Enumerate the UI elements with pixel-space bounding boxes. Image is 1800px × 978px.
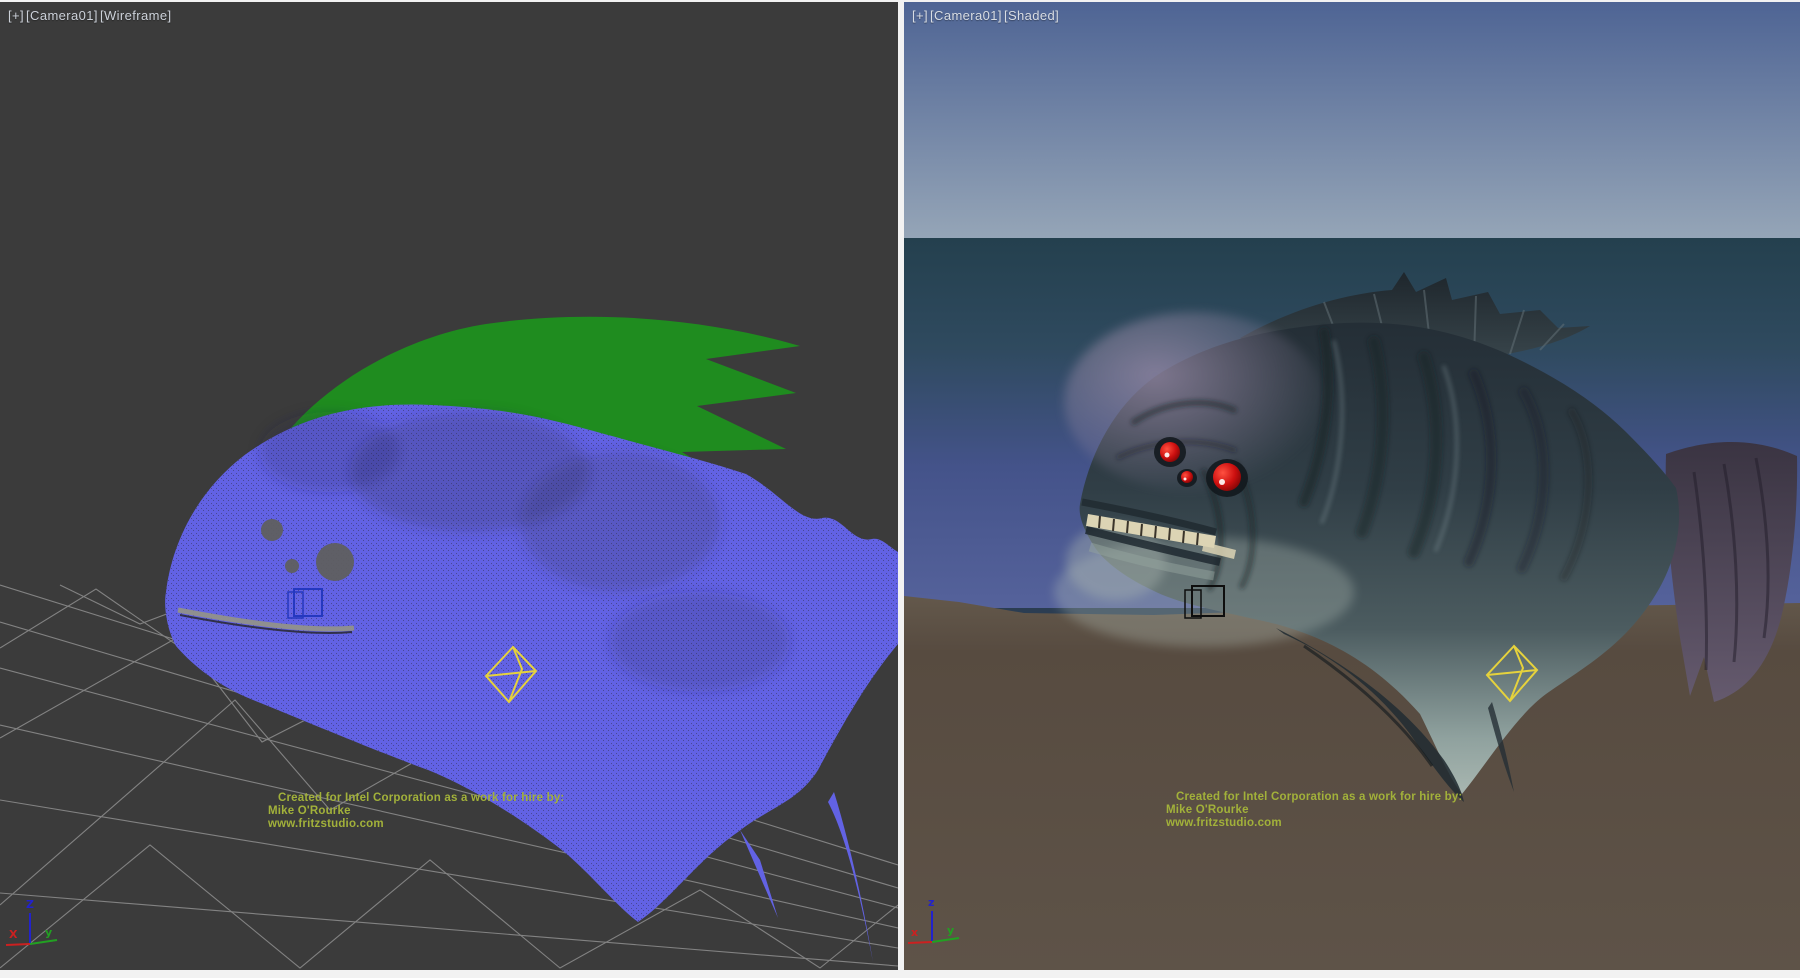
frame-bottom-strip (0, 970, 1800, 978)
viewport-pov-menu[interactable]: [Camera01] (26, 8, 98, 23)
credit-annotation: Created for Intel Corporation as a work … (268, 792, 564, 831)
viewport-frame: { "viewport_left": { "label_segments": [… (0, 0, 1800, 978)
axis-x-label: x (911, 926, 918, 939)
viewport-label-wireframe: [+][Camera01][Wireframe] (8, 8, 174, 23)
world-axis-gizmo: Z X y (6, 898, 57, 945)
sky-background (904, 2, 1800, 238)
viewport-general-menu[interactable]: [+] (8, 8, 24, 23)
viewport-shading-menu[interactable]: [Shaded] (1004, 8, 1059, 23)
viewport-pov-menu[interactable]: [Camera01] (930, 8, 1002, 23)
viewport-wireframe[interactable]: Z X y [+][Camera01][Wireframe] Created f… (0, 2, 898, 970)
credit-annotation: Created for Intel Corporation as a work … (1166, 791, 1462, 830)
viewport-shaded[interactable]: z x y [+][Camera01][Shaded] Created for … (904, 2, 1800, 970)
axis-z-label: Z (26, 898, 34, 911)
axis-z-label: z (928, 896, 934, 909)
axis-y-label: y (947, 924, 954, 937)
axis-x-label: X (9, 928, 18, 941)
viewport-label-shaded: [+][Camera01][Shaded] (912, 8, 1061, 23)
viewport-general-menu[interactable]: [+] (912, 8, 928, 23)
viewport-shading-menu[interactable]: [Wireframe] (100, 8, 172, 23)
axis-y-label: y (45, 926, 52, 939)
